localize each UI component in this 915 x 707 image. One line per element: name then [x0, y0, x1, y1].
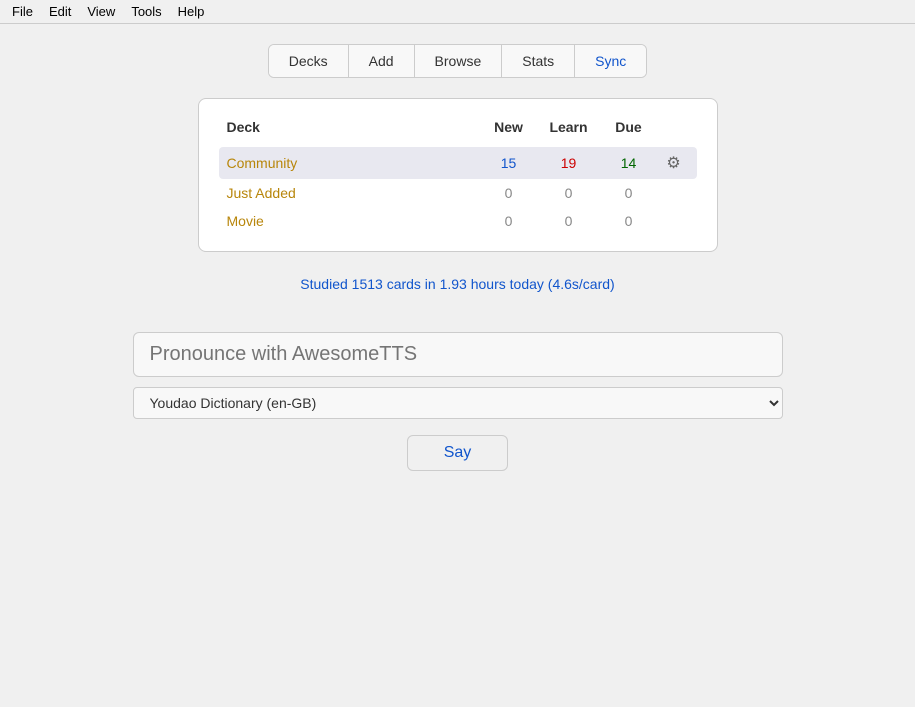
menu-view[interactable]: View: [79, 2, 123, 21]
deck-learn-movie: 0: [539, 213, 599, 229]
menu-tools[interactable]: Tools: [123, 2, 169, 21]
deck-due-just-added: 0: [599, 185, 659, 201]
tts-section: Youdao Dictionary (en-GB) Say: [133, 332, 783, 471]
deck-table-container: Deck New Learn Due Community 15 19 14 ⚙ …: [198, 98, 718, 252]
tab-sync[interactable]: Sync: [575, 45, 646, 77]
header-due: Due: [599, 119, 659, 135]
deck-name-just-added: Just Added: [227, 185, 479, 201]
deck-due-community: 14: [599, 155, 659, 171]
tab-add[interactable]: Add: [349, 45, 415, 77]
menu-file[interactable]: File: [4, 2, 41, 21]
header-deck: Deck: [227, 119, 479, 135]
deck-name-movie: Movie: [227, 213, 479, 229]
menu-edit[interactable]: Edit: [41, 2, 79, 21]
deck-name-community: Community: [227, 155, 479, 171]
deck-row-movie[interactable]: Movie 0 0 0: [219, 207, 697, 235]
deck-new-community: 15: [479, 155, 539, 171]
say-button[interactable]: Say: [407, 435, 509, 471]
header-new: New: [479, 119, 539, 135]
deck-new-movie: 0: [479, 213, 539, 229]
tab-decks[interactable]: Decks: [269, 45, 349, 77]
deck-row-just-added[interactable]: Just Added 0 0 0: [219, 179, 697, 207]
deck-table-header: Deck New Learn Due: [219, 115, 697, 139]
deck-row-community[interactable]: Community 15 19 14 ⚙: [219, 147, 697, 179]
header-learn: Learn: [539, 119, 599, 135]
deck-learn-just-added: 0: [539, 185, 599, 201]
tab-stats[interactable]: Stats: [502, 45, 575, 77]
deck-due-movie: 0: [599, 213, 659, 229]
deck-new-just-added: 0: [479, 185, 539, 201]
stats-text: Studied 1513 cards in 1.93 hours today (…: [300, 276, 614, 292]
gear-icon[interactable]: ⚙: [666, 155, 680, 172]
tts-input[interactable]: [133, 332, 783, 377]
deck-learn-community: 19: [539, 155, 599, 171]
menubar: File Edit View Tools Help: [0, 0, 915, 24]
tab-bar: Decks Add Browse Stats Sync: [268, 44, 648, 78]
menu-help[interactable]: Help: [170, 2, 213, 21]
tts-voice-select[interactable]: Youdao Dictionary (en-GB): [133, 387, 783, 419]
tab-browse[interactable]: Browse: [415, 45, 503, 77]
gear-community[interactable]: ⚙: [659, 153, 689, 173]
main-content: Decks Add Browse Stats Sync Deck New Lea…: [0, 24, 915, 471]
